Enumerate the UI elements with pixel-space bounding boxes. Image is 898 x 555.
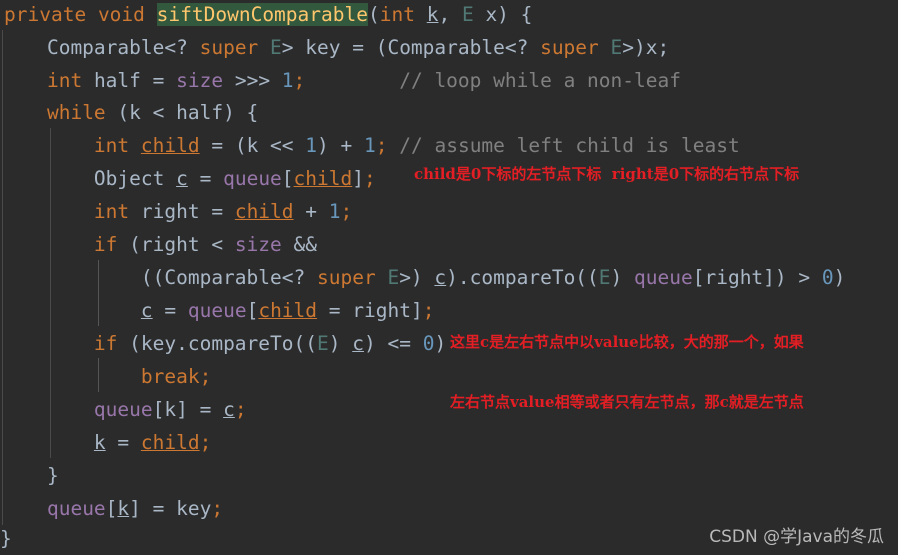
token-field-queue: queue [46,497,106,520]
token-local-c: c [434,266,447,289]
token-keyword: super [199,36,259,59]
token-local-c: c [140,299,153,322]
token-keyword: int [93,134,130,157]
code-line-2[interactable]: Comparable<? super E> key = (Comparable<… [0,31,898,64]
inline-comment: // assume left child is least [399,134,740,157]
token-field-size: size [176,69,224,92]
token-local-child: child [140,431,200,454]
token-parameter-k: k [93,431,106,454]
token-type-param-E: E [317,332,329,355]
token-local-child: child [293,167,353,190]
token-number: 1 [328,200,341,223]
token-field-size: size [234,233,282,256]
annotation-c-note-line2: 左右节点value相等或者只有左节点，那c就是左节点 [450,393,804,411]
token-parameter-k: k [426,3,439,26]
token-type-param-E: E [461,3,474,26]
token-field-queue: queue [223,167,282,190]
token-number: 1 [281,69,294,92]
token-local-child: child [258,299,318,322]
code-line-16[interactable]: queue[k] = key; [0,492,898,525]
token-keyword: if [93,233,118,256]
token-number: 1 [305,134,318,157]
token-parameter-k: k [117,497,130,520]
token-keyword: int [46,69,83,92]
code-line-15[interactable]: } [0,459,898,492]
code-editor-canvas: private void siftDownComparable(int k, E… [0,0,898,555]
token-field-queue: queue [93,398,153,421]
token-local-c: c [176,167,188,190]
token-field-queue: queue [187,299,247,322]
token-field-queue: queue [634,266,693,289]
token-type-param-E: E [387,266,400,289]
token-keyword: break [140,365,200,388]
token-local-child: child [140,134,200,157]
token-keyword: private [4,3,87,26]
annotation-c-note-line1: 这里c是左右节点中以value比较，大的那一个，如果 [450,333,804,351]
token-keyword: if [93,332,118,355]
token-keyword: super [540,36,599,59]
code-line-8[interactable]: if (right < size && [0,228,898,261]
token-number: 1 [364,134,376,157]
token-number: 0 [422,332,435,355]
annotation-c-note: 这里c是左右节点中以value比较，大的那一个，如果 左右节点value相等或者… [450,292,804,452]
token-type-param-E: E [270,36,282,59]
token-local-child: child [234,200,294,223]
token-type-param-E: E [610,36,623,59]
code-line-9[interactable]: ((Comparable<? super E>) c).compareTo((E… [0,261,898,294]
annotation-child-note: child是0下标的左节点下标 right是0下标的右节点下标 [414,165,800,183]
token-keyword: while [46,101,106,124]
code-line-4[interactable]: while (k < half) { [0,96,898,129]
token-type-param-E: E [598,266,611,289]
token-keyword: int [379,3,415,26]
code-line-1[interactable]: private void siftDownComparable(int k, E… [0,0,898,31]
token-keyword: void [97,3,145,26]
token-local-c: c [352,332,364,355]
token-number: 0 [821,266,834,289]
inline-comment: // loop while a non-leaf [399,69,681,92]
token-local-c: c [223,398,235,421]
csdn-watermark: CSDN @学Java的冬瓜 [709,527,884,547]
code-line-7[interactable]: int right = child + 1; [0,195,898,228]
code-line-3[interactable]: int half = size >>> 1; // loop while a n… [0,64,898,97]
token-keyword: int [93,200,130,223]
method-name-highlight[interactable]: siftDownComparable [156,3,368,26]
token-keyword: super [316,266,376,289]
code-line-5[interactable]: int child = (k << 1) + 1; // assume left… [0,129,898,162]
